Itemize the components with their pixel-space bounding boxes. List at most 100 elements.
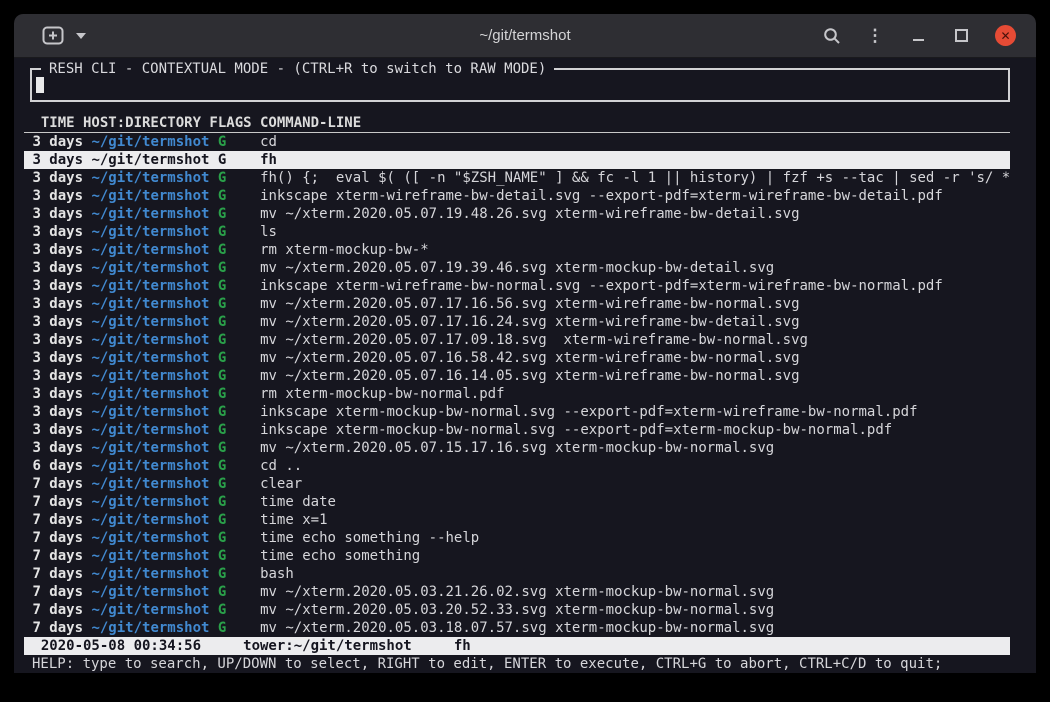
row-time: 3 days	[32, 386, 83, 402]
history-row[interactable]: 3 days ~/git/termshot G rm xterm-mockup-…	[24, 385, 1010, 403]
row-flags: G	[218, 206, 226, 222]
row-command: mv ~/xterm.2020.05.07.17.16.56.svg xterm…	[260, 296, 799, 312]
restore-button[interactable]	[952, 24, 970, 48]
row-flags: G	[218, 512, 226, 528]
row-command: inkscape xterm-wireframe-bw-detail.svg -…	[260, 188, 943, 204]
row-directory: ~/git/termshot	[91, 620, 209, 636]
row-command: time x=1	[260, 512, 327, 528]
history-row[interactable]: 3 days ~/git/termshot G mv ~/xterm.2020.…	[24, 439, 1010, 457]
history-row[interactable]: 7 days ~/git/termshot G time echo someth…	[24, 547, 1010, 565]
row-time: 3 days	[32, 296, 83, 312]
row-flags: G	[218, 242, 226, 258]
restore-icon	[955, 29, 968, 42]
new-tab-icon	[42, 26, 64, 45]
row-flags: G	[218, 170, 226, 186]
history-row[interactable]: 7 days ~/git/termshot G clear	[24, 475, 1010, 493]
title-bar: ~/git/termshot ⋮ ✕	[14, 14, 1036, 58]
history-row[interactable]: 3 days ~/git/termshot G mv ~/xterm.2020.…	[24, 259, 1010, 277]
menu-button[interactable]: ⋮	[866, 24, 884, 48]
history-row[interactable]: 7 days ~/git/termshot G mv ~/xterm.2020.…	[24, 601, 1010, 619]
row-time: 7 days	[32, 476, 83, 492]
history-row[interactable]: 7 days ~/git/termshot G time echo someth…	[24, 529, 1010, 547]
row-flags: G	[218, 494, 226, 510]
history-row[interactable]: 3 days ~/git/termshot G rm xterm-mockup-…	[24, 241, 1010, 259]
row-flags: G	[218, 620, 226, 636]
history-header: TIME HOST:DIRECTORY FLAGS COMMAND-LINE	[24, 114, 1010, 133]
history-row[interactable]: 3 days ~/git/termshot G mv ~/xterm.2020.…	[24, 205, 1010, 223]
history-row[interactable]: 7 days ~/git/termshot G mv ~/xterm.2020.…	[24, 619, 1010, 637]
history-row[interactable]: 7 days ~/git/termshot G time x=1	[24, 511, 1010, 529]
row-directory: ~/git/termshot	[91, 350, 209, 366]
row-time: 3 days	[32, 332, 83, 348]
history-row[interactable]: 7 days ~/git/termshot G time date	[24, 493, 1010, 511]
status-bar-text: 2020-05-08 00:34:56 tower:~/git/termshot…	[24, 638, 471, 654]
minimize-button[interactable]	[909, 24, 927, 48]
row-time: 7 days	[32, 548, 83, 564]
row-directory: ~/git/termshot	[91, 440, 209, 456]
row-flags: G	[218, 134, 226, 150]
row-time: 7 days	[32, 602, 83, 618]
row-directory: ~/git/termshot	[91, 332, 209, 348]
row-directory: ~/git/termshot	[91, 296, 209, 312]
history-row[interactable]: 3 days ~/git/termshot G mv ~/xterm.2020.…	[24, 349, 1010, 367]
row-flags: G	[218, 314, 226, 330]
terminal-area: RESH CLI - CONTEXTUAL MODE - (CTRL+R to …	[14, 58, 1036, 688]
row-time: 3 days	[32, 422, 83, 438]
history-row[interactable]: 7 days ~/git/termshot G mv ~/xterm.2020.…	[24, 583, 1010, 601]
row-command: rm xterm-mockup-bw-*	[260, 242, 429, 258]
row-directory: ~/git/termshot	[91, 170, 209, 186]
row-time: 3 days	[32, 224, 83, 240]
row-directory: ~/git/termshot	[91, 404, 209, 420]
status-bar: 2020-05-08 00:34:56 tower:~/git/termshot…	[24, 637, 1010, 655]
history-row[interactable]: 3 days ~/git/termshot G fh() {; eval $( …	[24, 169, 1010, 187]
row-time: 7 days	[32, 530, 83, 546]
row-command: inkscape xterm-mockup-bw-normal.svg --ex…	[260, 404, 917, 420]
row-directory: ~/git/termshot	[91, 530, 209, 546]
row-flags: G	[218, 224, 226, 240]
row-command: time echo something --help	[260, 530, 479, 546]
titlebar-right-controls: ⋮ ✕	[823, 14, 1016, 57]
row-time: 3 days	[32, 314, 83, 330]
history-row[interactable]: 3 days ~/git/termshot G ls	[24, 223, 1010, 241]
row-directory: ~/git/termshot	[91, 584, 209, 600]
row-flags: G	[218, 602, 226, 618]
row-flags: G	[218, 440, 226, 456]
new-tab-button[interactable]	[42, 26, 64, 45]
history-row[interactable]: 3 days ~/git/termshot G inkscape xterm-m…	[24, 421, 1010, 439]
row-time: 3 days	[32, 152, 83, 168]
row-directory: ~/git/termshot	[91, 422, 209, 438]
chevron-down-icon[interactable]	[76, 33, 86, 39]
row-time: 7 days	[32, 494, 83, 510]
row-flags: G	[218, 386, 226, 402]
search-button[interactable]	[823, 24, 841, 48]
row-time: 3 days	[32, 404, 83, 420]
history-row[interactable]: 3 days ~/git/termshot G mv ~/xterm.2020.…	[24, 367, 1010, 385]
row-command: mv ~/xterm.2020.05.03.18.07.57.svg xterm…	[260, 620, 774, 636]
row-directory: ~/git/termshot	[91, 368, 209, 384]
row-command: inkscape xterm-wireframe-bw-normal.svg -…	[260, 278, 943, 294]
history-row[interactable]: 3 days ~/git/termshot G mv ~/xterm.2020.…	[24, 295, 1010, 313]
row-command: time date	[260, 494, 336, 510]
history-row[interactable]: 7 days ~/git/termshot G bash	[24, 565, 1010, 583]
row-time: 3 days	[32, 440, 83, 456]
row-directory: ~/git/termshot	[91, 224, 209, 240]
history-row[interactable]: 3 days ~/git/termshot G inkscape xterm-w…	[24, 187, 1010, 205]
history-row[interactable]: 3 days ~/git/termshot G inkscape xterm-m…	[24, 403, 1010, 421]
row-flags: G	[218, 404, 226, 420]
row-flags: G	[218, 548, 226, 564]
history-row[interactable]: 3 days ~/git/termshot G mv ~/xterm.2020.…	[24, 313, 1010, 331]
row-time: 7 days	[32, 620, 83, 636]
row-time: 3 days	[32, 350, 83, 366]
search-input[interactable]: RESH CLI - CONTEXTUAL MODE - (CTRL+R to …	[30, 68, 1010, 102]
row-command: mv ~/xterm.2020.05.07.15.17.16.svg xterm…	[260, 440, 774, 456]
close-button[interactable]: ✕	[995, 25, 1016, 46]
history-row[interactable]: 3 days ~/git/termshot G fh	[24, 151, 1010, 169]
row-flags: G	[218, 152, 226, 168]
history-row[interactable]: 3 days ~/git/termshot G mv ~/xterm.2020.…	[24, 331, 1010, 349]
row-command: ls	[260, 224, 277, 240]
history-row[interactable]: 3 days ~/git/termshot G cd	[24, 133, 1010, 151]
row-command: mv ~/xterm.2020.05.07.16.14.05.svg xterm…	[260, 368, 799, 384]
history-row[interactable]: 3 days ~/git/termshot G inkscape xterm-w…	[24, 277, 1010, 295]
row-time: 3 days	[32, 170, 83, 186]
history-row[interactable]: 6 days ~/git/termshot G cd ..	[24, 457, 1010, 475]
